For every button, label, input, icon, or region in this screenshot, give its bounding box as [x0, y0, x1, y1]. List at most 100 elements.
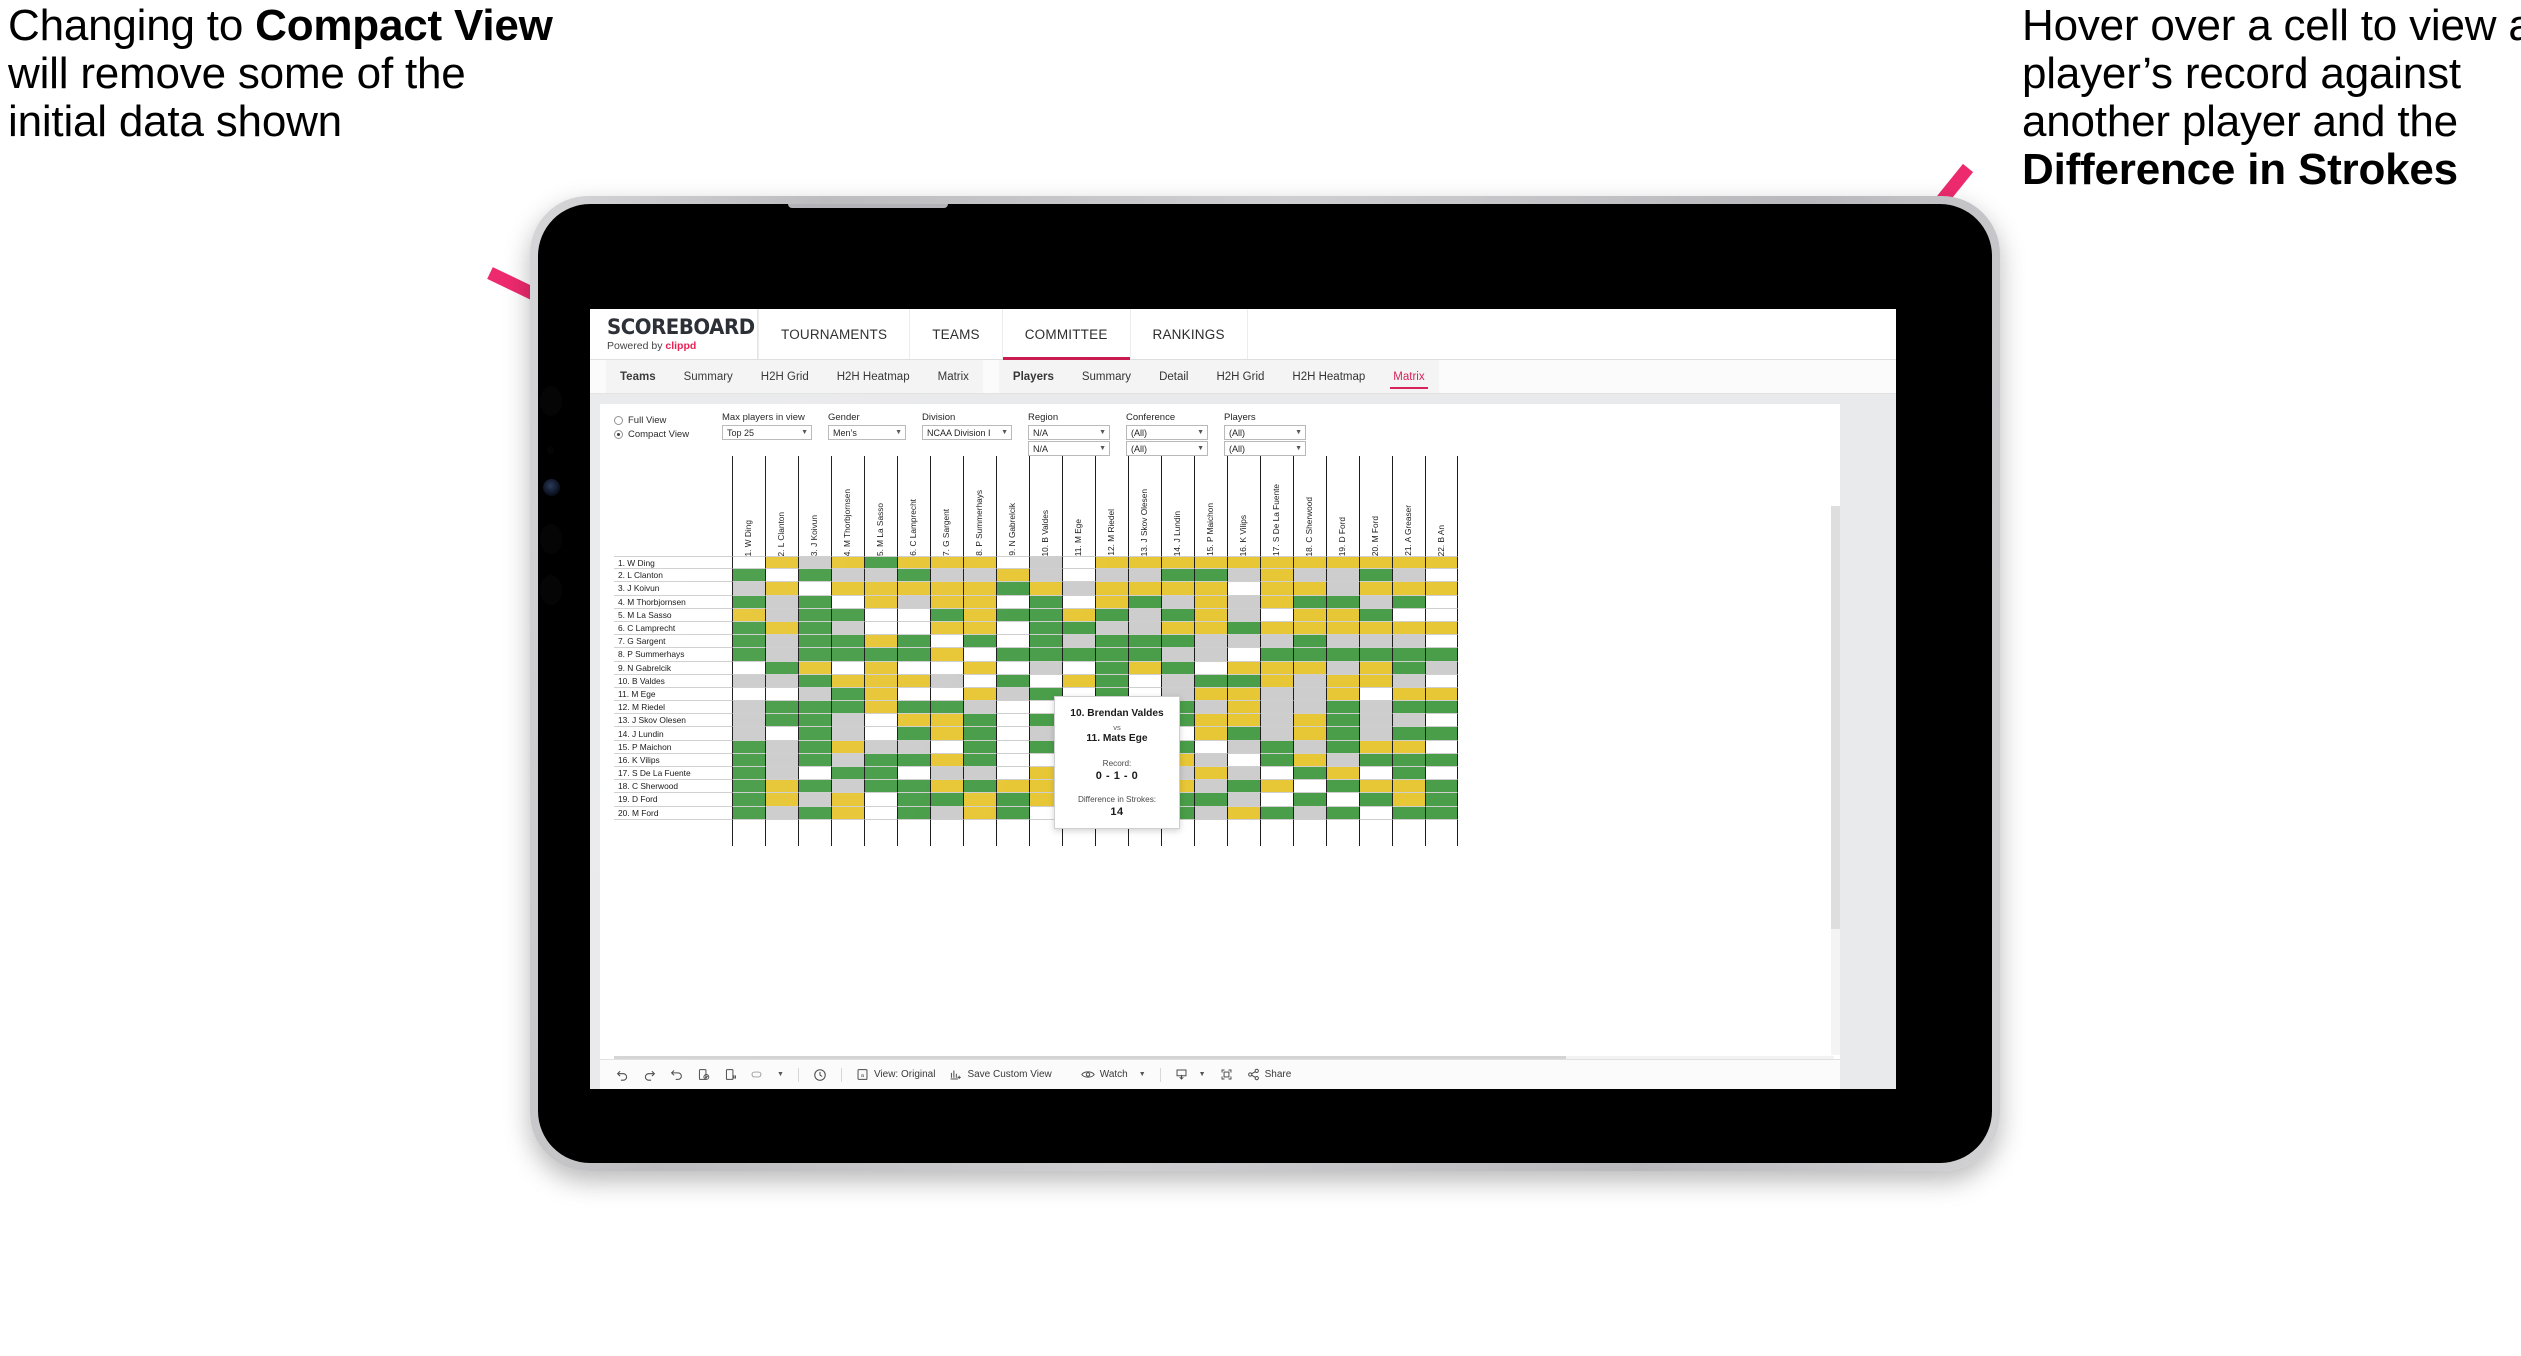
matrix-cell[interactable] — [765, 556, 798, 570]
matrix-cell[interactable] — [996, 687, 1029, 702]
matrix-cell[interactable] — [765, 582, 798, 596]
matrix-cell[interactable] — [1326, 621, 1359, 636]
matrix-cell[interactable] — [1260, 569, 1293, 583]
matrix-cell[interactable] — [1062, 595, 1095, 609]
matrix-cell[interactable] — [1392, 635, 1425, 649]
matrix-cell[interactable] — [1425, 582, 1458, 596]
matrix-cell[interactable] — [897, 806, 930, 820]
revert-button[interactable] — [670, 1068, 683, 1081]
matrix-cell[interactable] — [1194, 569, 1227, 583]
matrix-cell[interactable] — [1260, 608, 1293, 622]
matrix-cell[interactable] — [1425, 727, 1458, 741]
matrix-cell[interactable] — [1293, 661, 1326, 675]
matrix-cell[interactable] — [1062, 648, 1095, 662]
matrix-cell[interactable] — [1326, 793, 1359, 807]
matrix-cell[interactable] — [1326, 595, 1359, 609]
matrix-cell[interactable] — [897, 661, 930, 675]
matrix-cell[interactable] — [732, 569, 765, 583]
matrix-cell[interactable] — [1326, 701, 1359, 715]
matrix-cell[interactable] — [1425, 806, 1458, 820]
matrix-cell[interactable] — [1227, 595, 1260, 609]
matrix-cell[interactable] — [1359, 635, 1392, 649]
matrix-cell[interactable] — [1260, 595, 1293, 609]
matrix-cell[interactable] — [1326, 780, 1359, 794]
matrix-cell[interactable] — [732, 595, 765, 609]
watch-button[interactable]: Watch ▼ — [1080, 1068, 1146, 1081]
matrix-cell[interactable] — [1359, 714, 1392, 728]
matrix-cell[interactable] — [1227, 687, 1260, 702]
matrix-cell[interactable] — [1392, 714, 1425, 728]
matrix-cell[interactable] — [1293, 753, 1326, 767]
history-button[interactable] — [813, 1068, 827, 1082]
matrix-cell[interactable] — [765, 595, 798, 609]
players-select[interactable]: (All) ▼ — [1224, 425, 1306, 440]
matrix-cell[interactable] — [930, 621, 963, 636]
matrix-cell[interactable] — [1425, 608, 1458, 622]
matrix-cell[interactable] — [1359, 687, 1392, 702]
matrix-cell[interactable] — [897, 780, 930, 794]
matrix-cell[interactable] — [1260, 556, 1293, 570]
subtab-teams[interactable]: Teams — [606, 360, 670, 393]
matrix-cell[interactable] — [930, 767, 963, 781]
matrix-cell[interactable] — [897, 793, 930, 807]
matrix-cell[interactable] — [1227, 793, 1260, 807]
matrix-cell[interactable] — [1359, 701, 1392, 715]
matrix-cell[interactable] — [798, 674, 831, 688]
matrix-cell[interactable] — [798, 635, 831, 649]
matrix-cell[interactable] — [831, 806, 864, 820]
subtab-players-detail[interactable]: Detail — [1145, 360, 1202, 393]
matrix-cell[interactable] — [1260, 582, 1293, 596]
matrix-cell[interactable] — [1425, 661, 1458, 675]
matrix-cell[interactable] — [798, 621, 831, 636]
matrix-cell[interactable] — [1161, 608, 1194, 622]
subtab-players-summary[interactable]: Summary — [1068, 360, 1145, 393]
matrix-cell[interactable] — [765, 621, 798, 636]
matrix-cell[interactable] — [897, 701, 930, 715]
matrix-cell[interactable] — [897, 740, 930, 754]
matrix-cell[interactable] — [1194, 595, 1227, 609]
matrix-cell[interactable] — [1194, 753, 1227, 767]
matrix-cell[interactable] — [1359, 793, 1392, 807]
matrix-cell[interactable] — [1227, 806, 1260, 820]
matrix-cell[interactable] — [1260, 753, 1293, 767]
matrix-cell[interactable] — [963, 661, 996, 675]
matrix-cell[interactable] — [1326, 608, 1359, 622]
matrix-cell[interactable] — [1260, 635, 1293, 649]
matrix-cell[interactable] — [1029, 595, 1062, 609]
matrix-cell[interactable] — [1194, 767, 1227, 781]
matrix-cell[interactable] — [930, 727, 963, 741]
matrix-cell[interactable] — [930, 661, 963, 675]
matrix-cell[interactable] — [1425, 793, 1458, 807]
matrix-cell[interactable] — [1194, 635, 1227, 649]
matrix-cell[interactable] — [1227, 648, 1260, 662]
matrix-cell[interactable] — [732, 793, 765, 807]
matrix-cell[interactable] — [1029, 608, 1062, 622]
matrix-cell[interactable] — [765, 753, 798, 767]
matrix-cell[interactable] — [1326, 582, 1359, 596]
matrix-cell[interactable] — [765, 714, 798, 728]
matrix-cell[interactable] — [1326, 569, 1359, 583]
matrix-cell[interactable] — [1293, 687, 1326, 702]
matrix-cell[interactable] — [1326, 687, 1359, 702]
matrix-cell[interactable] — [1227, 661, 1260, 675]
matrix-cell[interactable] — [1227, 582, 1260, 596]
matrix-cell[interactable] — [1260, 714, 1293, 728]
matrix-cell[interactable] — [1227, 701, 1260, 715]
save-custom-view-button[interactable]: Save Custom View — [949, 1068, 1052, 1081]
matrix-cell[interactable] — [1359, 753, 1392, 767]
matrix-cell[interactable] — [1161, 661, 1194, 675]
matrix-cell[interactable] — [1029, 674, 1062, 688]
matrix-cell[interactable] — [732, 648, 765, 662]
matrix-cell[interactable] — [897, 608, 930, 622]
matrix-cell[interactable] — [732, 714, 765, 728]
nav-item-committee[interactable]: COMMITTEE — [1002, 309, 1131, 360]
matrix-cell[interactable] — [1392, 687, 1425, 702]
matrix-cell[interactable] — [1326, 727, 1359, 741]
matrix-cell[interactable] — [732, 556, 765, 570]
subtab-players-h2h-grid[interactable]: H2H Grid — [1202, 360, 1278, 393]
matrix-cell[interactable] — [864, 740, 897, 754]
matrix-cell[interactable] — [765, 780, 798, 794]
matrix-cell[interactable] — [1359, 806, 1392, 820]
matrix-cell[interactable] — [1029, 635, 1062, 649]
matrix-cell[interactable] — [996, 582, 1029, 596]
